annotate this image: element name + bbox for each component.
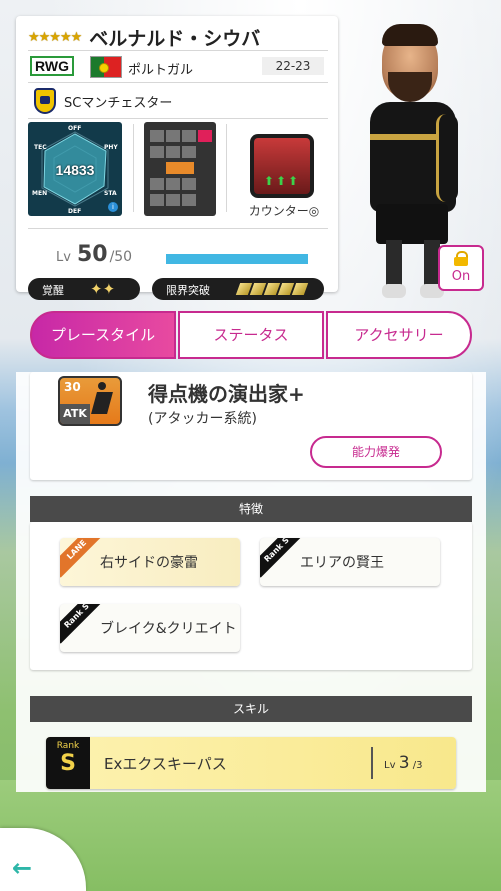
- divider: [371, 747, 373, 779]
- level-progress-fill: [166, 254, 308, 264]
- divider: [28, 118, 328, 119]
- lock-toggle-button[interactable]: On: [438, 245, 484, 291]
- tab-playstyle[interactable]: プレースタイル: [30, 311, 176, 359]
- divider: [28, 228, 328, 229]
- overall-rating: 14833: [55, 162, 95, 178]
- tab-bar: プレースタイル ステータス アクセサリー: [30, 311, 472, 359]
- skill-rank: S: [60, 751, 76, 776]
- radar-label-tec: TEC: [34, 144, 47, 151]
- tab-status[interactable]: ステータス: [178, 311, 324, 359]
- club-crest-icon: [34, 88, 56, 114]
- divider: [28, 50, 328, 51]
- divider: [226, 124, 227, 212]
- ability-burst-button[interactable]: 能力爆発: [310, 436, 442, 468]
- counter-arrows-icon: ⬆⬆⬆: [263, 174, 301, 188]
- playstyle-title: 得点機の演出家+: [148, 382, 305, 406]
- trait-label: 右サイドの豪雷: [100, 555, 198, 571]
- trait-item[interactable]: Rank S ブレイク&クリエイト: [60, 604, 240, 652]
- level-current: 50: [76, 242, 108, 267]
- tab-accessory[interactable]: アクセサリー: [326, 311, 472, 359]
- radar-label-phy: PHY: [104, 144, 118, 151]
- skill-level-value: 3: [398, 753, 410, 773]
- limit-break-gauge-icon: [235, 283, 309, 295]
- trait-label: エリアの賢王: [300, 555, 384, 571]
- lock-icon: [454, 251, 468, 266]
- radar-label-men: MEN: [32, 190, 48, 197]
- player-name: ベルナルド・シウバ: [89, 27, 261, 50]
- player-info-card: ★★★★★ ベルナルド・シウバ RWG ポルトガル 22-23 SCマンチェスタ…: [16, 16, 338, 300]
- radar-label-sta: STA: [104, 190, 117, 197]
- traits-card: LANE 右サイドの豪雷 Rank S エリアの賢王 Rank S ブレイク&ク…: [30, 522, 472, 670]
- trait-item[interactable]: Rank S エリアの賢王: [260, 538, 440, 586]
- counter-tactic-icon: ⬆⬆⬆: [250, 134, 314, 198]
- trait-item[interactable]: LANE 右サイドの豪雷: [60, 538, 240, 586]
- skills-header: スキル: [30, 696, 472, 722]
- rarity-stars: ★★★★★: [28, 29, 82, 45]
- skill-rank-label: Rank: [56, 741, 80, 751]
- limit-break-badge[interactable]: 限界突破: [152, 278, 324, 300]
- trait-label: ブレイク&クリエイト: [100, 621, 237, 637]
- divider: [28, 82, 328, 83]
- attacker-style-icon: 30 ATK: [58, 376, 122, 426]
- skill-level: Lv 3 /3: [384, 753, 422, 773]
- name-row: ★★★★★ ベルナルド・シウバ: [28, 24, 260, 50]
- awakening-label: 覚醒: [42, 284, 64, 297]
- lock-label: On: [451, 269, 471, 284]
- level-row: Lv 50 /50: [56, 242, 132, 267]
- skill-rank-badge: Rank S: [46, 737, 90, 789]
- counter-label: カウンター◎: [248, 204, 320, 218]
- playstyle-level: 30: [64, 380, 81, 394]
- back-arrow-icon: ←: [12, 854, 33, 882]
- rank-s-badge-icon: Rank S: [60, 604, 105, 644]
- info-icon[interactable]: i: [108, 202, 118, 212]
- radar-label-def: DEF: [68, 208, 82, 215]
- skill-name: Exエクスキーパス: [104, 755, 227, 773]
- playstyle-tag: ATK: [60, 404, 90, 424]
- lane-badge-icon: LANE: [60, 538, 105, 578]
- position-badge: RWG: [30, 56, 74, 76]
- position-map: [144, 122, 216, 216]
- season-badge: 22-23: [262, 57, 324, 75]
- stat-radar-chart[interactable]: OFF PHY STA DEF MEN TEC 14833 i: [28, 122, 122, 216]
- awakening-star-icon: ✦✦: [90, 280, 116, 298]
- rank-s-badge-icon: Rank S: [260, 538, 305, 578]
- skill-level-max: /3: [412, 760, 423, 771]
- level-progress-bar: [166, 254, 308, 264]
- skill-item[interactable]: Rank S Exエクスキーパス Lv 3 /3: [46, 737, 456, 789]
- portugal-flag-icon: [90, 56, 122, 78]
- awakening-badge[interactable]: 覚醒 ✦✦: [28, 278, 140, 300]
- playstyle-card: 30 ATK 得点機の演出家+ (アタッカー系統) 能力爆発: [30, 372, 472, 480]
- radar-label-off: OFF: [68, 125, 82, 132]
- nation-label: ポルトガル: [128, 63, 194, 78]
- traits-header: 特徴: [30, 496, 472, 522]
- divider: [133, 124, 134, 212]
- skill-level-prefix: Lv: [384, 760, 396, 771]
- playstyle-panel: 30 ATK 得点機の演出家+ (アタッカー系統) 能力爆発 特徴 LANE 右…: [16, 372, 486, 792]
- level-prefix: Lv: [56, 250, 71, 265]
- club-label: SCマンチェスター: [64, 96, 173, 111]
- playstyle-subtitle: (アタッカー系統): [148, 411, 257, 427]
- level-max: /50: [109, 249, 133, 265]
- limit-break-label: 限界突破: [166, 284, 210, 297]
